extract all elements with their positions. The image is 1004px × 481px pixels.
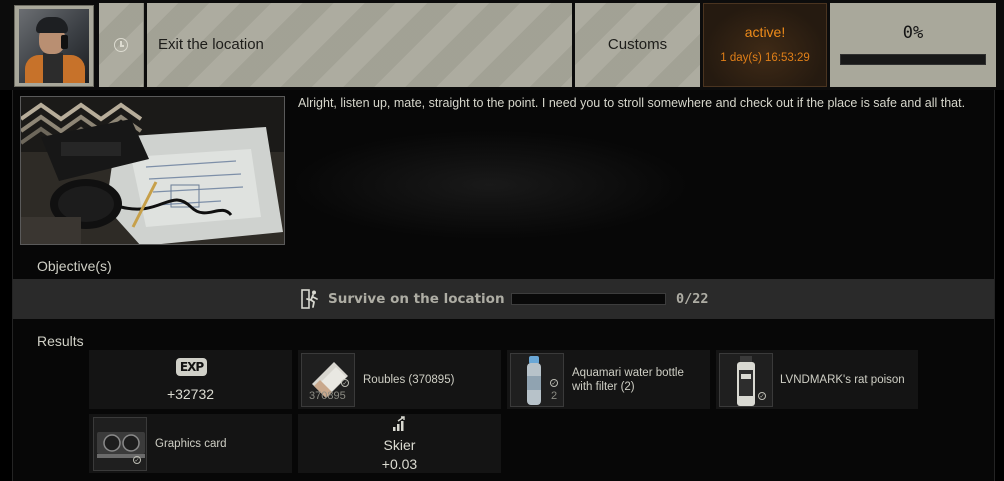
standing-trader-name: Skier [383,437,416,453]
found-in-raid-icon: ✓ [341,379,349,387]
reward-exp-value: +32732 [166,386,215,402]
exp-icon: EXP [176,358,207,376]
quest-progress-percent: 0% [902,23,924,43]
quest-description: Alright, listen up, mate, straight to th… [298,96,966,110]
reward-item-count: 370895 [309,390,346,402]
reward-item-name: Graphics card [155,438,227,450]
found-in-raid-icon: ✓ [758,392,766,400]
found-in-raid-icon: ✓ [133,456,141,464]
found-in-raid-icon: ✓ [550,379,558,387]
quest-location: Customs [607,36,668,53]
quest-progress-cell [830,3,996,87]
rat-poison-icon [719,353,773,407]
quest-progress-bar [840,54,986,65]
quest-title: Exit the location [158,36,264,53]
objective-count: 0/22 [676,291,709,307]
quest-status-cell [703,3,827,87]
trader-portrait [19,9,89,83]
objective-progress-bar [511,293,666,305]
quest-status: active! [744,24,786,40]
standing-value: +0.03 [381,456,418,472]
reward-item-name: Roubles (370895) [363,374,455,386]
results-heading: Results [37,333,84,349]
quest-timer: 1 day(s) 16:53:29 [720,52,810,64]
reward-item-count: 2 [551,390,558,402]
description-background [290,130,690,240]
objectives-heading: Objective(s) [37,258,112,274]
standing-up-icon [392,416,408,432]
objective-text: Survive on the location [328,291,505,307]
quest-image [20,96,285,245]
reward-item-name: Aquamari water bottle with filter (2) [572,367,684,393]
trader-avatar[interactable] [14,5,94,87]
reward-item-name: LVNDMARK's rat poison [780,374,905,386]
exit-run-icon [301,289,319,309]
clock-icon [114,38,128,52]
